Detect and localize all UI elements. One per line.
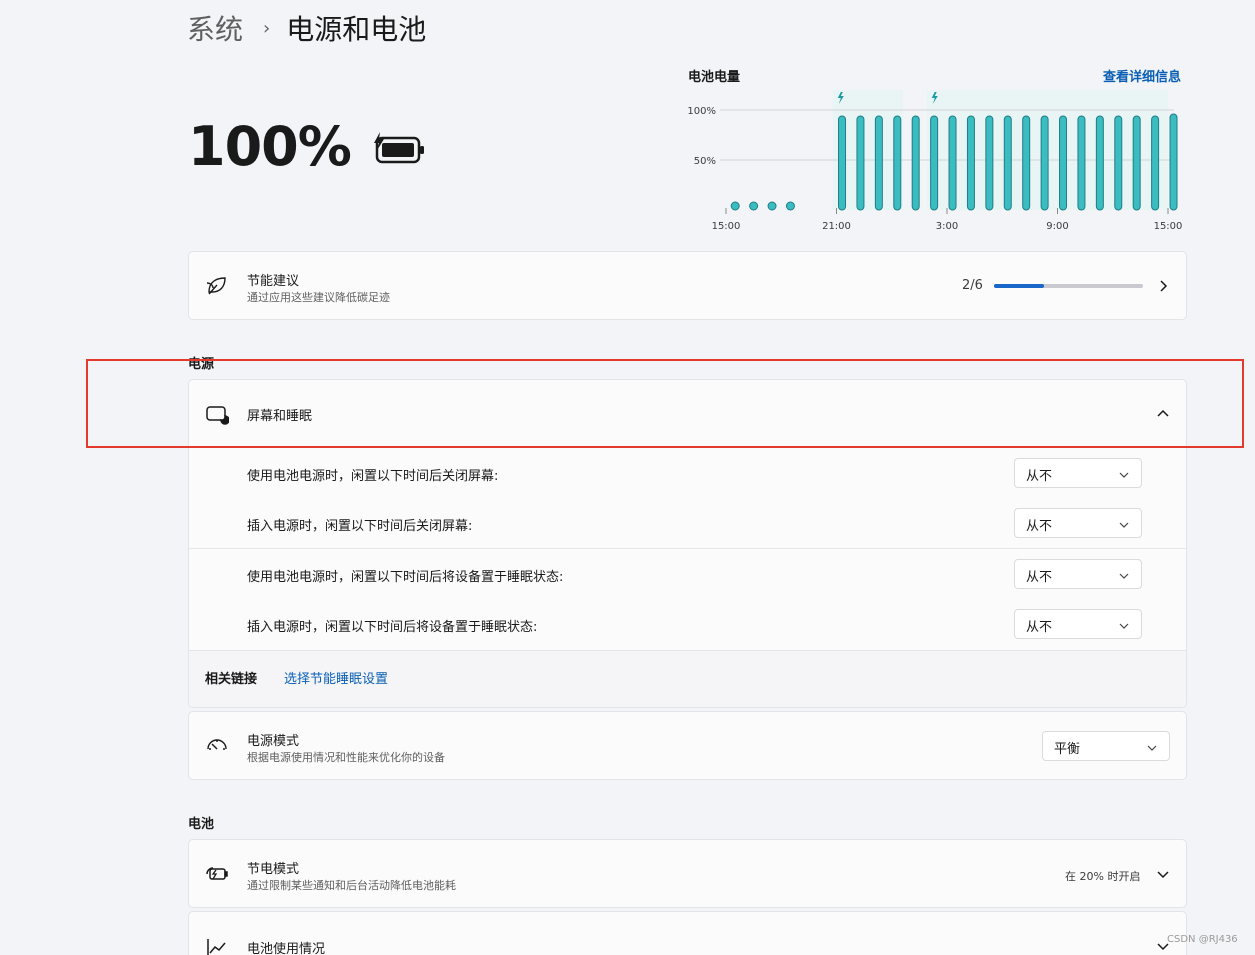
chevron-down-icon — [1119, 519, 1129, 529]
battery-level-bar — [1022, 115, 1031, 211]
recommendations-progress-bar — [994, 284, 1143, 288]
energy-recommendations-card[interactable]: 节能建议 通过应用这些建议降低碳足迹 2/6 — [188, 251, 1187, 320]
chevron-right-icon[interactable] — [1155, 278, 1171, 294]
battery-status: 100% — [188, 112, 427, 182]
setting-battery-sleep-label: 使用电池电源时，闲置以下时间后将设备置于睡眠状态: — [247, 570, 564, 585]
battery-level-bar — [838, 115, 847, 211]
chart-title: 电池电量 — [688, 70, 741, 85]
energy-sleep-settings-link[interactable]: 选择节能睡眠设置 — [284, 668, 388, 687]
charging-battery-icon — [373, 130, 427, 170]
power-mode-subtitle: 根据电源使用情况和性能来优化你的设备 — [247, 751, 445, 764]
dropdown-value: 从不 — [1026, 570, 1053, 585]
highlight-box — [86, 359, 1244, 448]
battery-saver-card[interactable]: 节电模式 通过限制某些通知和后台活动降低电池能耗 在 20% 时开启 — [188, 839, 1187, 908]
y-tick-label: 100% — [687, 106, 716, 117]
dropdown-value: 从不 — [1026, 620, 1053, 635]
battery-saver-status: 在 20% 时开启 — [1065, 870, 1141, 883]
recommendations-progress-fill — [994, 284, 1044, 288]
battery-level-bar — [1114, 115, 1123, 211]
battery-saver-icon — [205, 862, 229, 886]
battery-level-dot — [767, 201, 777, 211]
x-tick-label: 3:00 — [936, 221, 958, 232]
battery-level-bar — [911, 115, 920, 211]
dropdown-value: 从不 — [1026, 469, 1053, 484]
breadcrumb-parent-system[interactable]: 系统 — [187, 8, 243, 48]
breadcrumb: 系统 › 电源和电池 — [187, 8, 426, 48]
dropdown-value: 从不 — [1026, 519, 1053, 534]
x-tick-label: 15:00 — [712, 221, 741, 232]
gauge-icon — [205, 734, 229, 758]
battery-section-label: 电池 — [188, 817, 215, 832]
battery-level-bar — [893, 115, 902, 211]
battery-usage-title: 电池使用情况 — [247, 942, 326, 955]
chevron-down-icon — [1147, 742, 1157, 752]
battery-level-bar — [948, 115, 957, 211]
battery-level-dot — [785, 201, 795, 211]
chevron-down-icon — [1119, 620, 1129, 630]
energy-recommendations-title: 节能建议 — [247, 274, 300, 289]
battery-level-bar — [1132, 115, 1141, 211]
battery-level-bar — [1059, 115, 1068, 211]
battery-usage-card[interactable]: 电池使用情况 — [188, 911, 1187, 955]
line-chart-icon — [205, 936, 229, 955]
page-title: 电源和电池 — [286, 13, 427, 46]
related-links-label: 相关链接 — [205, 672, 258, 687]
plugged-screen-off-dropdown[interactable]: 从不 — [1014, 508, 1142, 538]
battery-level-bar — [930, 115, 939, 211]
battery-level-chart: 100% 50% 15:00 21:00 3:00 9:00 15:00 — [687, 90, 1183, 232]
battery-level-bar — [1003, 115, 1012, 211]
battery-level-bar — [1040, 115, 1049, 211]
chevron-down-icon[interactable] — [1155, 866, 1171, 882]
battery-level-bar — [1077, 115, 1086, 211]
plugged-sleep-dropdown[interactable]: 从不 — [1014, 609, 1142, 639]
chevron-down-icon — [1119, 570, 1129, 580]
battery-level-bar — [1095, 115, 1104, 211]
battery-level-bar — [985, 115, 994, 211]
setting-plugged-sleep-label: 插入电源时，闲置以下时间后将设备置于睡眠状态: — [247, 620, 538, 635]
battery-saver-title: 节电模式 — [247, 862, 300, 877]
battery-level-dot — [730, 201, 740, 211]
battery-level-dot — [749, 201, 759, 211]
divider — [189, 548, 1186, 549]
power-mode-dropdown[interactable]: 平衡 — [1042, 731, 1170, 761]
x-tick-label: 15:00 — [1154, 221, 1183, 232]
y-tick-label: 50% — [694, 156, 716, 167]
breadcrumb-separator: › — [263, 17, 271, 39]
power-mode-card: 电源模式 根据电源使用情况和性能来优化你的设备 平衡 — [188, 711, 1187, 780]
battery-percent: 100% — [188, 115, 352, 178]
battery-level-bar — [1169, 113, 1178, 211]
leaf-icon — [205, 274, 229, 298]
battery-level-bar — [874, 115, 883, 211]
view-details-link[interactable]: 查看详细信息 — [1103, 66, 1181, 85]
battery-saver-subtitle: 通过限制某些通知和后台活动降低电池能耗 — [247, 879, 456, 892]
battery-screen-off-dropdown[interactable]: 从不 — [1014, 458, 1142, 488]
dropdown-value: 平衡 — [1054, 742, 1081, 757]
setting-plugged-screen-off-label: 插入电源时，闲置以下时间后关闭屏幕: — [247, 519, 473, 534]
recommendations-progress-text: 2/6 — [962, 278, 983, 293]
energy-recommendations-subtitle: 通过应用这些建议降低碳足迹 — [247, 291, 390, 304]
chevron-down-icon — [1119, 469, 1129, 479]
setting-battery-screen-off-label: 使用电池电源时，闲置以下时间后关闭屏幕: — [247, 469, 499, 484]
battery-level-bar — [1151, 115, 1160, 211]
power-mode-title: 电源模式 — [247, 734, 300, 749]
battery-level-bar — [856, 115, 865, 211]
battery-sleep-dropdown[interactable]: 从不 — [1014, 559, 1142, 589]
watermark: CSDN @RJ436 — [1167, 934, 1238, 945]
x-tick-label: 21:00 — [822, 221, 851, 232]
x-tick-label: 9:00 — [1046, 221, 1068, 232]
battery-level-bar — [966, 115, 975, 211]
